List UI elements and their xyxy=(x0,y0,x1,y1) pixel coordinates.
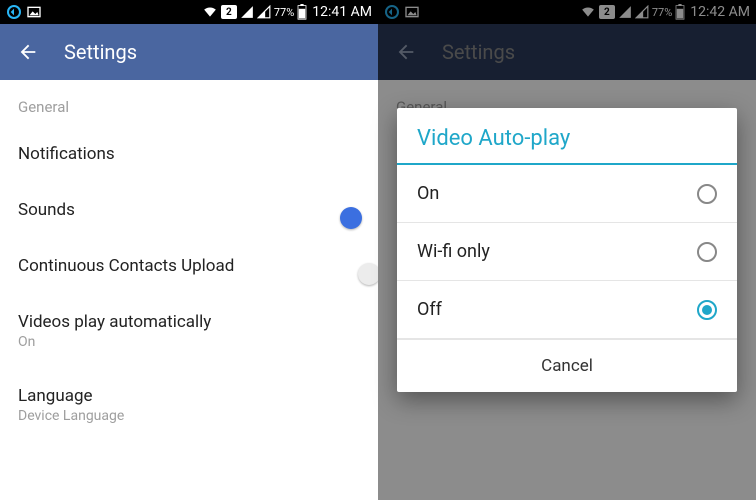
radio-icon-selected xyxy=(697,300,717,320)
section-general: General xyxy=(0,80,378,126)
option-off[interactable]: Off xyxy=(397,281,737,339)
option-label: On xyxy=(417,183,439,204)
row-label: Notifications xyxy=(18,144,115,164)
dialog-title: Video Auto-play xyxy=(397,108,737,163)
option-on[interactable]: On xyxy=(397,165,737,223)
video-autoplay-dialog: Video Auto-play On Wi-fi only Off Cancel xyxy=(397,108,737,392)
back-button[interactable] xyxy=(16,40,40,64)
row-label: Language xyxy=(18,386,124,406)
battery-pct: 77% xyxy=(274,6,294,19)
settings-content: General Notifications Sounds Continuous … xyxy=(0,80,378,500)
row-label: Sounds xyxy=(18,200,75,220)
radio-icon xyxy=(697,242,717,262)
option-wifi[interactable]: Wi-fi only xyxy=(397,223,737,281)
status-bar: 2 77% 12:41 AM xyxy=(0,0,378,24)
page-title: Settings xyxy=(64,40,137,64)
row-value: Device Language xyxy=(18,408,124,424)
row-contacts-upload[interactable]: Continuous Contacts Upload xyxy=(0,238,378,294)
signal-icon-2 xyxy=(257,5,271,19)
option-label: Wi-fi only xyxy=(417,241,490,262)
clock: 12:41 AM xyxy=(312,4,372,20)
row-sounds[interactable]: Sounds xyxy=(0,182,378,238)
battery-icon xyxy=(297,4,307,20)
row-label: Videos play automatically xyxy=(18,312,211,332)
app-bar: Settings xyxy=(0,24,378,80)
signal-icon xyxy=(240,5,254,19)
row-video-autoplay[interactable]: Videos play automatically On xyxy=(0,294,378,368)
dialog-scrim[interactable]: Video Auto-play On Wi-fi only Off Cancel xyxy=(378,0,756,500)
cancel-button[interactable]: Cancel xyxy=(397,339,737,392)
row-language[interactable]: Language Device Language xyxy=(0,368,378,428)
wifi-icon xyxy=(202,5,218,19)
sim-indicator: 2 xyxy=(221,5,237,19)
row-notifications[interactable]: Notifications xyxy=(0,126,378,182)
phone-right: 2 77% 12:42 AM Settings General Video Au… xyxy=(378,0,756,500)
option-label: Off xyxy=(417,299,442,320)
row-label: Continuous Contacts Upload xyxy=(18,256,234,276)
sync-icon xyxy=(6,4,22,20)
radio-icon xyxy=(697,184,717,204)
row-value: On xyxy=(18,334,211,350)
phone-left: 2 77% 12:41 AM Settings General Notifica… xyxy=(0,0,378,500)
picture-icon xyxy=(26,4,42,20)
